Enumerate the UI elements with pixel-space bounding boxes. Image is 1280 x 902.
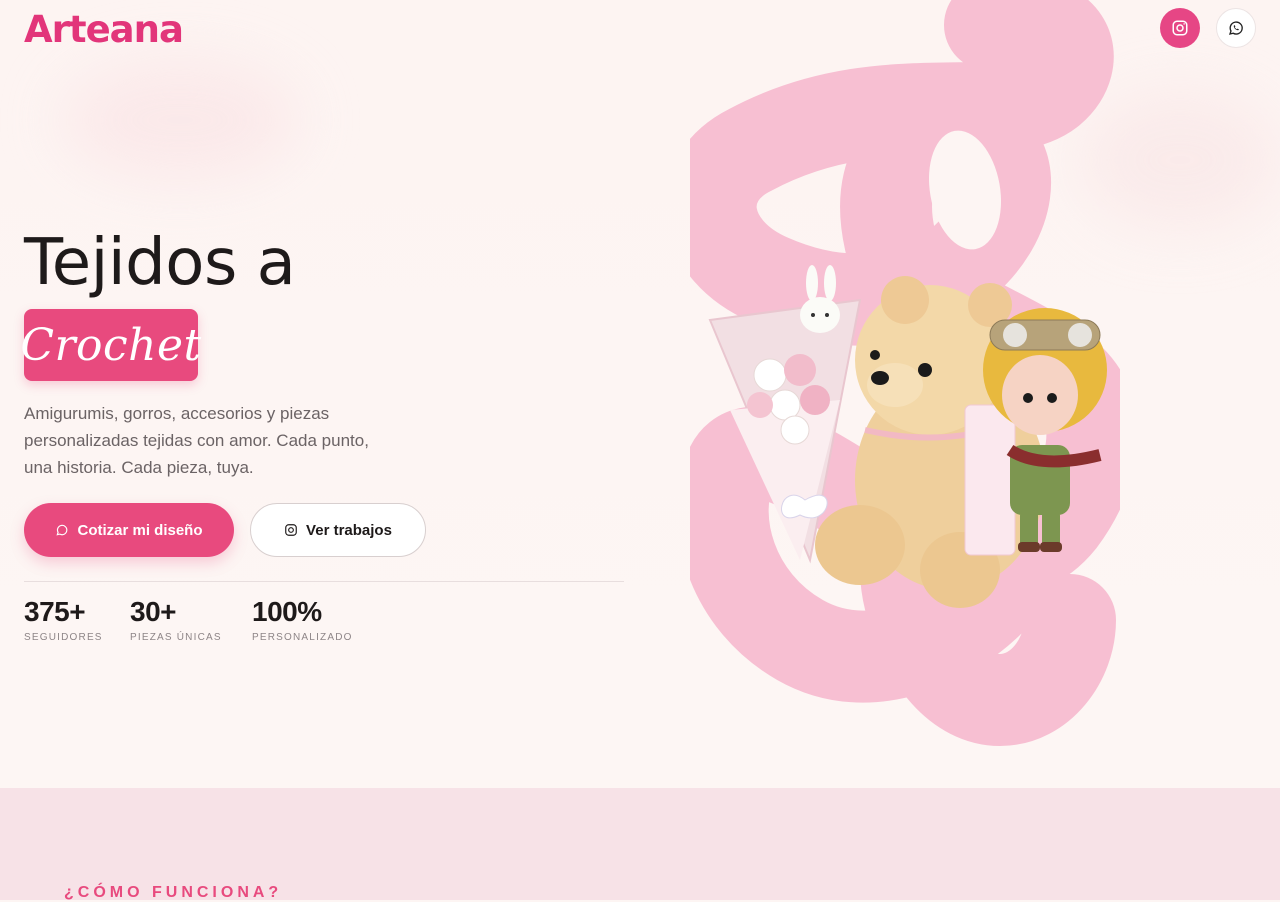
hero-title-highlight: Crochet <box>20 309 201 381</box>
stat-value: 30+ <box>130 596 176 627</box>
quote-design-button[interactable]: Cotizar mi diseño <box>24 503 234 557</box>
hero-section: Arteana Tejidos a Crochet Amigurumis, go… <box>0 0 1280 788</box>
hero-artwork <box>690 0 1120 746</box>
whatsapp-button[interactable] <box>1216 8 1256 48</box>
view-works-button[interactable]: Ver trabajos <box>250 503 426 557</box>
hero-description: Amigurumis, gorros, accesorios y piezas … <box>24 404 369 477</box>
stats-divider <box>24 581 624 582</box>
instagram-button[interactable] <box>1160 8 1200 48</box>
whatsapp-icon <box>56 524 68 536</box>
stat-value: 100% <box>252 596 322 627</box>
instagram-icon <box>1172 20 1188 36</box>
brand-logo[interactable]: Arteana <box>24 8 184 51</box>
view-works-label: Ver trabajos <box>306 521 392 539</box>
whatsapp-icon <box>1228 21 1243 35</box>
how-it-works-section: ¿CÓMO FUNCIONA? <box>0 788 1280 901</box>
stat-value: 375+ <box>24 596 86 627</box>
hero-title: Tejidos a <box>24 226 296 300</box>
stat-label: SEGUIDORES <box>24 632 103 643</box>
stat-personalized: 100% PERSONALIZADO <box>252 596 353 643</box>
stat-label: PERSONALIZADO <box>252 632 353 643</box>
quote-design-label: Cotizar mi diseño <box>77 521 203 539</box>
how-it-works-eyebrow: ¿CÓMO FUNCIONA? <box>64 884 283 901</box>
instagram-icon <box>285 524 297 536</box>
stat-label: PIEZAS ÚNICAS <box>130 632 222 643</box>
stat-unique-pieces: 30+ PIEZAS ÚNICAS <box>130 596 222 643</box>
stat-followers: 375+ SEGUIDORES <box>24 596 103 643</box>
highlight-text: Crochet <box>20 319 202 371</box>
background-glow <box>60 60 300 180</box>
